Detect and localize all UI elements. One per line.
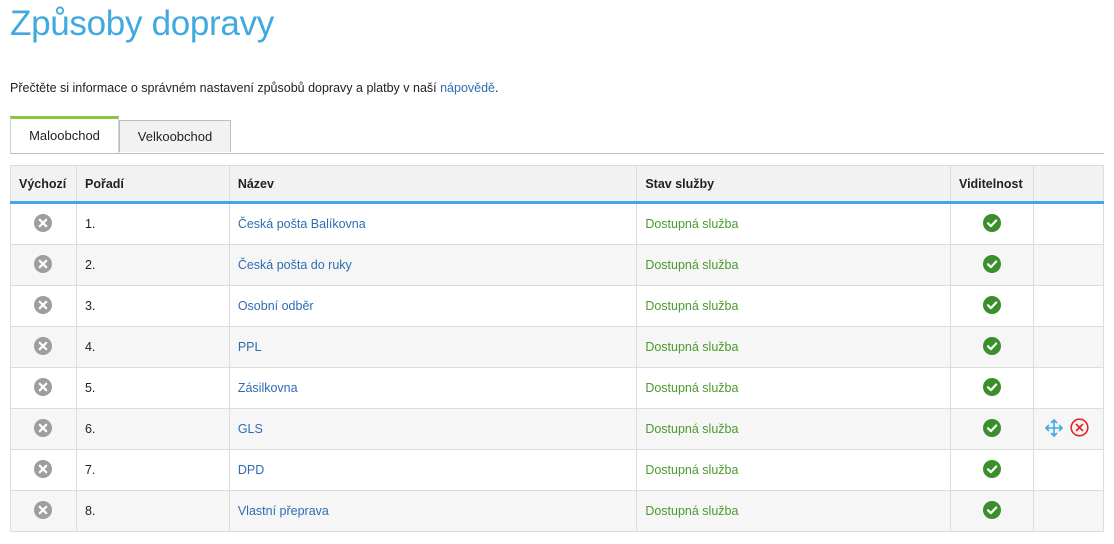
check-circle-icon[interactable] <box>982 377 1001 399</box>
table-row: 7. DPD Dostupná služba <box>10 449 1105 491</box>
actions-cell <box>1032 285 1105 327</box>
check-circle-icon[interactable] <box>982 418 1001 440</box>
order-cell: 8. <box>75 490 230 532</box>
check-circle-icon[interactable] <box>982 213 1001 235</box>
table-row: 6. GLS Dostupná služba <box>10 408 1105 450</box>
order-cell: 5. <box>75 367 230 409</box>
column-header-actions <box>1032 165 1105 204</box>
shipping-name-link[interactable]: DPD <box>238 463 264 477</box>
table-row: 5. Zásilkovna Dostupná služba <box>10 367 1105 409</box>
actions-cell <box>1032 408 1105 450</box>
actions-cell <box>1032 202 1105 245</box>
table-row: 8. Vlastní přeprava Dostupná služba <box>10 490 1105 532</box>
name-cell: Osobní odběr <box>228 285 638 327</box>
visibility-cell <box>949 408 1034 450</box>
order-cell: 4. <box>75 326 230 368</box>
name-cell: Česká pošta do ruky <box>228 244 638 286</box>
status-cell: Dostupná služba <box>636 449 951 491</box>
actions-cell <box>1032 367 1105 409</box>
actions-cell <box>1032 449 1105 491</box>
intro-text: Přečtěte si informace o správném nastave… <box>10 81 499 95</box>
move-icon[interactable] <box>1044 418 1064 441</box>
x-circle-icon[interactable] <box>34 254 53 276</box>
order-cell: 6. <box>75 408 230 450</box>
default-cell <box>10 367 77 409</box>
tab-wholesale[interactable]: Velkoobchod <box>119 120 231 152</box>
check-circle-icon[interactable] <box>982 295 1001 317</box>
column-header-order: Pořadí <box>75 165 230 204</box>
default-cell <box>10 490 77 532</box>
check-circle-icon[interactable] <box>982 500 1001 522</box>
default-cell <box>10 202 77 245</box>
shipping-name-link[interactable]: Česká pošta Balíkovna <box>238 217 366 231</box>
page-title: Způsoby dopravy <box>10 4 274 43</box>
x-circle-icon[interactable] <box>34 459 53 481</box>
name-cell: PPL <box>228 326 638 368</box>
shipping-name-link[interactable]: Osobní odběr <box>238 299 314 313</box>
status-cell: Dostupná služba <box>636 285 951 327</box>
shipping-name-link[interactable]: GLS <box>238 422 263 436</box>
check-circle-icon[interactable] <box>982 336 1001 358</box>
shipping-methods-table: Výchozí Pořadí Název Stav služby Viditel… <box>10 165 1105 532</box>
status-cell: Dostupná služba <box>636 490 951 532</box>
visibility-cell <box>949 490 1034 532</box>
x-circle-icon[interactable] <box>34 336 53 358</box>
visibility-cell <box>949 285 1034 327</box>
order-cell: 2. <box>75 244 230 286</box>
shipping-name-link[interactable]: PPL <box>238 340 262 354</box>
check-circle-icon[interactable] <box>982 459 1001 481</box>
default-cell <box>10 244 77 286</box>
visibility-cell <box>949 367 1034 409</box>
column-header-visibility: Viditelnost <box>949 165 1034 204</box>
x-circle-icon[interactable] <box>34 418 53 440</box>
table-header-row: Výchozí Pořadí Název Stav služby Viditel… <box>10 165 1105 204</box>
visibility-cell <box>949 244 1034 286</box>
order-cell: 3. <box>75 285 230 327</box>
intro-text-body: Přečtěte si informace o správném nastave… <box>10 81 441 95</box>
status-cell: Dostupná služba <box>636 244 951 286</box>
name-cell: Vlastní přeprava <box>228 490 638 532</box>
delete-icon[interactable] <box>1070 418 1089 440</box>
column-header-name: Název <box>228 165 638 204</box>
visibility-cell <box>949 449 1034 491</box>
order-cell: 1. <box>75 202 230 245</box>
status-cell: Dostupná služba <box>636 408 951 450</box>
tab-retail[interactable]: Maloobchod <box>10 116 119 153</box>
actions-cell <box>1032 244 1105 286</box>
column-header-status: Stav služby <box>636 165 951 204</box>
x-circle-icon[interactable] <box>34 213 53 235</box>
help-link[interactable]: nápovědě <box>440 81 495 95</box>
intro-text-end: . <box>495 81 499 95</box>
table-row: 2. Česká pošta do ruky Dostupná služba <box>10 244 1105 286</box>
x-circle-icon[interactable] <box>34 500 53 522</box>
status-cell: Dostupná služba <box>636 202 951 245</box>
name-cell: DPD <box>228 449 638 491</box>
table-row: 1. Česká pošta Balíkovna Dostupná služba <box>10 202 1105 245</box>
actions-cell <box>1032 326 1105 368</box>
shipping-name-link[interactable]: Zásilkovna <box>238 381 298 395</box>
status-cell: Dostupná služba <box>636 326 951 368</box>
check-circle-icon[interactable] <box>982 254 1001 276</box>
default-cell <box>10 449 77 491</box>
default-cell <box>10 285 77 327</box>
actions-cell <box>1032 490 1105 532</box>
tab-bar: Maloobchod Velkoobchod <box>10 116 1104 154</box>
x-circle-icon[interactable] <box>34 377 53 399</box>
name-cell: GLS <box>228 408 638 450</box>
shipping-name-link[interactable]: Česká pošta do ruky <box>238 258 352 272</box>
x-circle-icon[interactable] <box>34 295 53 317</box>
table-row: 4. PPL Dostupná služba <box>10 326 1105 368</box>
visibility-cell <box>949 326 1034 368</box>
table-row: 3. Osobní odběr Dostupná služba <box>10 285 1105 327</box>
column-header-default: Výchozí <box>10 165 77 204</box>
name-cell: Česká pošta Balíkovna <box>228 202 638 245</box>
status-cell: Dostupná služba <box>636 367 951 409</box>
default-cell <box>10 326 77 368</box>
shipping-name-link[interactable]: Vlastní přeprava <box>238 504 329 518</box>
visibility-cell <box>949 202 1034 245</box>
default-cell <box>10 408 77 450</box>
name-cell: Zásilkovna <box>228 367 638 409</box>
order-cell: 7. <box>75 449 230 491</box>
